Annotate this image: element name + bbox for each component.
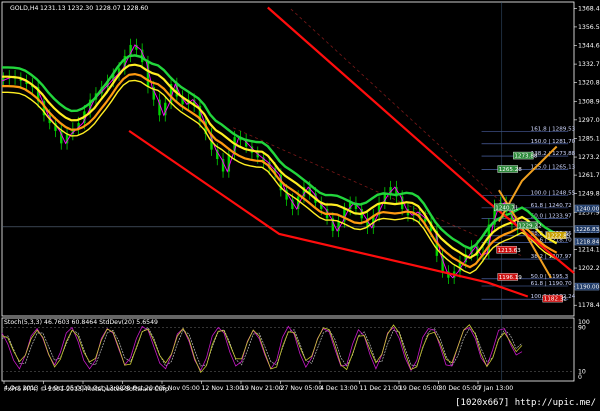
x-tick-label: 30 Dec 05:00 [439,385,481,392]
watermark: [1020x667] http://upic.me/ [455,398,596,408]
axis-price-tag-text: 1218.84 [576,240,600,246]
ohlc-label: 1231.13 1232.30 1228.07 1228.60 [40,5,148,12]
stoch-y-label: 0 [578,374,582,381]
y-tick-label: 1273.25 [578,154,600,161]
y-tick-label: 1202.20 [578,265,600,272]
symbol-label: GOLD,H4 [10,5,38,12]
fib-level-label: 100.0 | 1248.55 [531,191,576,197]
fib-level-label: 150.0 | 1281.70 [531,139,576,145]
indicator-label: Stoch(5,3,3) 46.7603 60.8464 StdDev(20) … [4,319,158,326]
price-tag-text: 1196.19 [499,275,523,281]
axis-price-tag-text: 1240.00 [576,207,600,213]
y-tick-label: 1320.85 [578,80,600,87]
y-tick-label: 1332.75 [578,61,600,68]
price-tag-text: 1182.32 [544,297,567,303]
x-tick-label: 11 Dec 21:00 [360,385,402,392]
y-tick-label: 1261.70 [578,172,600,179]
y-tick-label: 1285.15 [578,135,600,142]
price-tag-text: 1222.85 [547,233,571,239]
y-tick-label: 1368.45 [578,5,600,12]
y-tick-label: 1344.65 [578,43,600,50]
y-tick-label: 1249.80 [578,191,600,198]
x-tick-label: 7 Jan 13:00 [478,385,513,392]
x-tick-label: 19 Dec 05:00 [399,385,441,392]
x-tick-label: 19 Nov 21:00 [241,385,283,392]
stoch-y-label: 90 [578,325,586,332]
price-tag-text: 1213.63 [498,248,522,254]
y-tick-label: 1178.40 [578,302,600,309]
x-tick-label: 12 Nov 13:00 [202,385,244,392]
chart-canvas: 1368.45 1356.55 1344.65 1332.75 1320.85 1308.… [0,0,600,411]
axis-price-tag-text: 1190.00 [576,285,600,291]
y-tick-label: 1297.05 [578,117,600,124]
fib-level-label: 61.8 | 1240.72 [531,203,572,209]
fib-level-label: 161.8 | 1289.53 [531,127,576,133]
price-tag-text: 1265.28 [499,167,523,173]
copyright-label: FxPro MT4, © 2001-2013, MetaQuotes Softw… [4,385,171,393]
price-tag-text: 1240.71 [495,205,519,211]
y-tick-label: 1214.10 [578,246,600,253]
fib-level-label: 61.8 | 1190.70 [531,281,572,287]
x-tick-label: 4 Dec 13:00 [320,385,358,392]
x-tick-label: 27 Nov 05:00 [281,385,323,392]
y-tick-label: 1356.55 [578,24,600,31]
axis-price-tag-text: 1226.83 [576,227,600,233]
price-tag-text: 1229.22 [518,223,541,229]
price-tag-text: 1273.88 [514,154,538,160]
y-tick-label: 1308.95 [578,98,600,105]
